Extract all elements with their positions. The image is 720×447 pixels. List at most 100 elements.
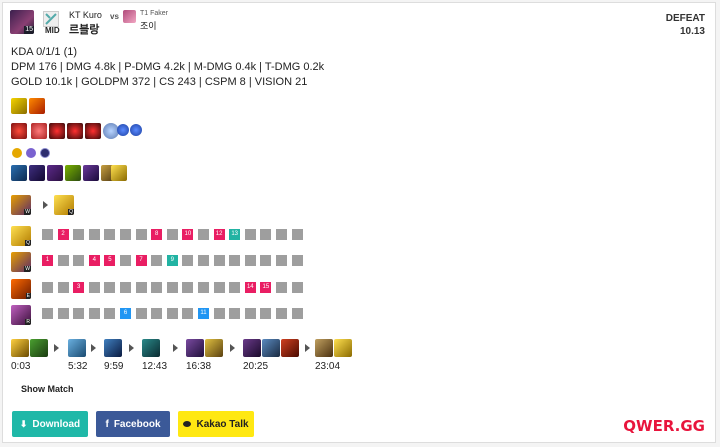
build-item-icon-7b [334, 339, 352, 357]
build-item-icon-6b [262, 339, 280, 357]
player-team-name: KT Kuro [69, 10, 102, 20]
shard-icon-1 [12, 148, 22, 158]
download-icon: ⬇ [19, 418, 28, 429]
skill-level-cell [135, 308, 147, 319]
champion-level: 15 [24, 26, 34, 34]
build-item-icon-1b [30, 339, 48, 357]
rune-icon-3 [67, 123, 83, 139]
skill-level-cell [291, 255, 303, 266]
skill-level-cell [244, 255, 256, 266]
build-item-icon-1a [11, 339, 29, 357]
kda-line: KDA 0/1/1 (1) [11, 46, 78, 58]
skill-w-icon: W [11, 252, 31, 272]
skill-q-max-icon: Q [54, 195, 74, 215]
skill-level-cell: 10 [182, 229, 194, 240]
item-icon-4 [65, 165, 81, 181]
skill-level-cell [276, 282, 287, 293]
skill-level-cell: 13 [229, 229, 241, 240]
opponent-champion-portrait [123, 10, 136, 23]
skill-level-cell [166, 282, 178, 293]
skill-level-cell [57, 255, 69, 266]
skill-level-cell [88, 308, 100, 319]
skill-level-cell [276, 229, 287, 240]
skill-level-cell: 5 [104, 255, 116, 266]
skill-level-cell [229, 282, 241, 293]
facebook-share-button[interactable]: f Facebook [96, 411, 170, 437]
build-time-4: 12:43 [142, 361, 168, 372]
skill-level-cell: 11 [198, 308, 209, 319]
skill-level-cell [88, 282, 100, 293]
skill-level-cell [198, 282, 209, 293]
build-item-icon-6c [281, 339, 299, 357]
skill-level-cell [151, 255, 163, 266]
rune-icon-7 [130, 124, 142, 136]
item-icon-1 [11, 165, 27, 181]
build-item-icon-3 [104, 339, 122, 357]
skill-level-cell [260, 255, 272, 266]
skill-level-cell [276, 308, 287, 319]
kakao-label: Kakao Talk [196, 418, 249, 430]
skill-level-cell [166, 229, 178, 240]
item-icon-5 [83, 165, 99, 181]
opponent-champion-name: 조이 [140, 21, 157, 31]
build-item-icon-6a [243, 339, 261, 357]
skill-e-icon: E [11, 279, 31, 299]
skill-level-cell [291, 282, 303, 293]
vs-label: vs [110, 12, 119, 21]
skill-level-cell: 9 [166, 255, 178, 266]
build-time-1: 0:03 [11, 361, 31, 372]
arrow-icon [305, 344, 310, 352]
skill-level-cell: 15 [260, 282, 272, 293]
show-match-button[interactable]: Show Match [21, 384, 74, 394]
build-item-icon-4 [142, 339, 160, 357]
skill-level-cell [276, 255, 287, 266]
skill-level-cell [213, 308, 225, 319]
build-time-7: 23:04 [315, 361, 341, 372]
skill-level-cell [151, 308, 163, 319]
shard-icon-3 [40, 148, 50, 158]
skill-level-cell [73, 229, 85, 240]
team-logo [43, 11, 59, 27]
skill-level-cell [57, 308, 69, 319]
skill-level-cell [182, 282, 194, 293]
chat-bubble-icon [183, 421, 192, 427]
skill-level-cell [166, 308, 178, 319]
skill-level-cell [104, 308, 116, 319]
skill-level-cell: 7 [135, 255, 147, 266]
skill-level-cell [42, 308, 53, 319]
skill-level-cell [213, 282, 225, 293]
skill-level-cell [135, 229, 147, 240]
kt-logo-icon [45, 13, 57, 25]
download-label: Download [32, 418, 81, 430]
skill-level-cell [42, 282, 53, 293]
flash-spell-icon [11, 98, 27, 114]
skill-level-cell [120, 229, 131, 240]
skill-q-icon: Q [11, 226, 31, 246]
skill-level-cell: 2 [57, 229, 69, 240]
skill-level-cell [104, 229, 116, 240]
skill-level-cell [198, 229, 209, 240]
skill-level-cell [198, 255, 209, 266]
ignite-spell-icon [29, 98, 45, 114]
skill-level-cell [88, 229, 100, 240]
skill-level-cell [120, 282, 131, 293]
build-time-3: 9:59 [104, 361, 124, 372]
skill-level-cell [182, 255, 194, 266]
facebook-icon: f [105, 418, 109, 430]
skill-level-cell [182, 308, 194, 319]
rune-icon-2 [49, 123, 65, 139]
damage-line: DPM 176 | DMG 4.8k | P-DMG 4.2k | M-DMG … [11, 61, 325, 73]
skill-level-cell [260, 229, 272, 240]
skill-level-cell: 4 [88, 255, 100, 266]
arrow-icon [54, 344, 59, 352]
skill-level-cell: 3 [73, 282, 85, 293]
download-button[interactable]: ⬇ Download [12, 411, 88, 437]
skill-level-cell [260, 308, 272, 319]
skill-level-cell [151, 282, 163, 293]
skill-level-cell [135, 282, 147, 293]
opponent-team-name: T1 Faker [140, 10, 169, 17]
brand-logo: QWER.GG [623, 417, 705, 435]
kakao-share-button[interactable]: Kakao Talk [178, 411, 254, 437]
skill-level-cell: 6 [120, 308, 131, 319]
skill-level-cell: 8 [151, 229, 163, 240]
